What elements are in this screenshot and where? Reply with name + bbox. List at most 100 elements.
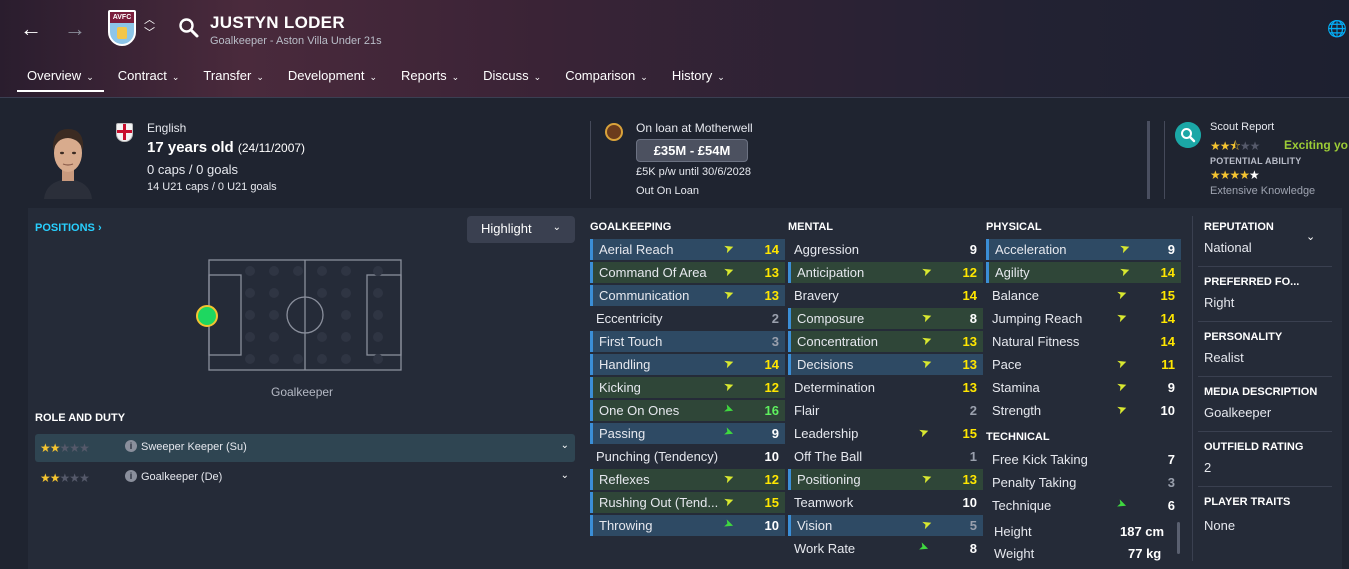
attribute-row[interactable]: Handling ➤ 14 (590, 354, 785, 375)
attribute-value: 14 (962, 288, 977, 303)
chevron-down-icon[interactable]: ⌄ (1306, 230, 1315, 243)
loan-status[interactable]: On loan at Motherwell (636, 121, 753, 135)
transfer-value-badge[interactable]: £35M - £54M (636, 139, 748, 162)
player-subtitle[interactable]: Goalkeeper - Aston Villa Under 21s (210, 35, 382, 47)
chevron-up-icon[interactable]: ︿ (144, 14, 155, 27)
attribute-row[interactable]: Work Rate ➤ 8 (788, 538, 983, 559)
attribute-row[interactable]: Balance ➤ 15 (986, 285, 1181, 306)
attribute-row[interactable]: Off The Ball 1 (788, 446, 983, 467)
tab-discuss[interactable]: Discuss ⌄ (473, 64, 551, 92)
tab-history[interactable]: History ⌄ (662, 64, 735, 92)
attribute-row[interactable]: Determination 13 (788, 377, 983, 398)
scout-report-title[interactable]: Scout Report (1210, 121, 1274, 133)
info-icon[interactable]: i (125, 440, 137, 452)
scrollbar[interactable] (1177, 522, 1180, 554)
attribute-row[interactable]: Communication ➤ 13 (590, 285, 785, 306)
divider (1198, 486, 1332, 487)
back-arrow-icon[interactable]: ← (18, 16, 44, 42)
attribute-row[interactable]: Jumping Reach ➤ 14 (986, 308, 1181, 329)
chevron-down-icon[interactable]: ⌄ (561, 440, 569, 451)
attribute-row[interactable]: Free Kick Taking 7 (986, 449, 1181, 470)
attribute-name: Jumping Reach (992, 311, 1083, 326)
search-icon[interactable] (178, 17, 200, 39)
attribute-row[interactable]: Command Of Area ➤ 13 (590, 262, 785, 283)
attribute-row[interactable]: Teamwork 10 (788, 492, 983, 513)
attribute-row[interactable]: Technique ➤ 6 (986, 495, 1181, 516)
tab-reports[interactable]: Reports ⌄ (391, 64, 469, 92)
attribute-row[interactable]: Punching (Tendency) 10 (590, 446, 785, 467)
attribute-row[interactable]: Aerial Reach ➤ 14 (590, 239, 785, 260)
attribute-row[interactable]: Reflexes ➤ 12 (590, 469, 785, 490)
attribute-row[interactable]: Composure ➤ 8 (788, 308, 983, 329)
trend-arrow-icon: ➤ (1114, 285, 1130, 303)
club-crest[interactable]: AVFC (108, 10, 136, 46)
forward-arrow-icon[interactable]: → (62, 16, 88, 42)
chevron-down-icon[interactable]: ﹀ (144, 27, 155, 40)
attribute-row[interactable]: Passing ➤ 9 (590, 423, 785, 444)
chevron-down-icon[interactable]: ⌄ (561, 470, 569, 481)
info-icon[interactable]: i (125, 470, 137, 482)
attribute-row[interactable]: Strength ➤ 10 (986, 400, 1181, 421)
attribute-row[interactable]: Concentration ➤ 13 (788, 331, 983, 352)
attribute-name: Reflexes (599, 472, 650, 487)
attribute-name: Agility (995, 265, 1030, 280)
role-row[interactable]: ★★★★★ i Goalkeeper (De) ⌄ (35, 464, 575, 492)
attribute-value: 9 (1167, 242, 1175, 257)
attribute-row[interactable]: Eccentricity 2 (590, 308, 785, 329)
tab-development[interactable]: Development ⌄ (278, 64, 387, 92)
reputation-value: National (1204, 240, 1252, 255)
trend-arrow-icon: ➤ (721, 239, 737, 257)
scout-search-icon[interactable] (1175, 122, 1201, 148)
attribute-value: 9 (1167, 380, 1175, 395)
globe-icon[interactable]: 🌐 (1327, 19, 1347, 39)
star-icon: ★ (79, 471, 90, 485)
player-switch-arrows[interactable]: ︿ ﹀ (144, 14, 155, 40)
attribute-row[interactable]: Natural Fitness 14 (986, 331, 1181, 352)
scrollbar[interactable] (1147, 121, 1150, 199)
attribute-value: 9 (771, 426, 779, 441)
attribute-row[interactable]: Rushing Out (Tend... ➤ 15 (590, 492, 785, 513)
tab-comparison[interactable]: Comparison ⌄ (555, 64, 658, 92)
divider (1164, 121, 1165, 199)
trend-arrow-icon: ➤ (919, 308, 935, 326)
attribute-row[interactable]: Anticipation ➤ 12 (788, 262, 983, 283)
attribute-name: Penalty Taking (992, 475, 1077, 490)
positions-link[interactable]: POSITIONS › (35, 222, 102, 234)
star-icon: ★ (40, 471, 51, 485)
attribute-row[interactable]: Agility ➤ 14 (986, 262, 1181, 283)
motherwell-crest-icon[interactable] (605, 123, 623, 141)
date-of-birth: (24/11/2007) (237, 141, 306, 155)
attribute-row[interactable]: Kicking ➤ 12 (590, 377, 785, 398)
attribute-value: 3 (1167, 475, 1175, 490)
attribute-row[interactable]: Stamina ➤ 9 (986, 377, 1181, 398)
trend-arrow-icon: ➤ (721, 515, 737, 533)
attribute-row[interactable]: Leadership ➤ 15 (788, 423, 983, 444)
attribute-row[interactable]: Bravery 14 (788, 285, 983, 306)
highlight-dropdown[interactable]: Highlight ⌄ (467, 216, 575, 243)
attribute-row[interactable]: Flair 2 (788, 400, 983, 421)
u21-caps: 14 U21 caps / 0 U21 goals (147, 181, 277, 193)
attribute-row[interactable]: Pace ➤ 11 (986, 354, 1181, 375)
tab-contract[interactable]: Contract ⌄ (108, 64, 190, 92)
attribute-row[interactable]: One On Ones ➤ 16 (590, 400, 785, 421)
attribute-row[interactable]: Positioning ➤ 13 (788, 469, 983, 490)
attribute-row[interactable]: First Touch 3 (590, 331, 785, 352)
attribute-row[interactable]: Throwing ➤ 10 (590, 515, 785, 536)
attribute-row[interactable]: Acceleration ➤ 9 (986, 239, 1181, 260)
attribute-row[interactable]: Penalty Taking 3 (986, 472, 1181, 493)
personality-value[interactable]: Realist (1204, 350, 1244, 365)
attribute-value: 2 (969, 403, 977, 418)
goalkeeper-position-marker[interactable] (195, 304, 219, 328)
potential-ability-label: POTENTIAL ABILITY (1210, 156, 1302, 166)
attribute-name: Anticipation (797, 265, 865, 280)
tab-overview[interactable]: Overview ⌄ (17, 64, 104, 92)
attribute-name: Balance (992, 288, 1039, 303)
tab-transfer[interactable]: Transfer ⌄ (193, 64, 273, 92)
attribute-row[interactable]: Decisions ➤ 13 (788, 354, 983, 375)
attribute-row[interactable]: Vision ➤ 5 (788, 515, 983, 536)
attribute-value: 3 (771, 334, 779, 349)
role-row[interactable]: ★★★★★ i Sweeper Keeper (Su) ⌄ (35, 434, 575, 462)
nationality[interactable]: English (147, 121, 186, 135)
attribute-row[interactable]: Aggression 9 (788, 239, 983, 260)
trend-arrow-icon: ➤ (721, 377, 737, 395)
